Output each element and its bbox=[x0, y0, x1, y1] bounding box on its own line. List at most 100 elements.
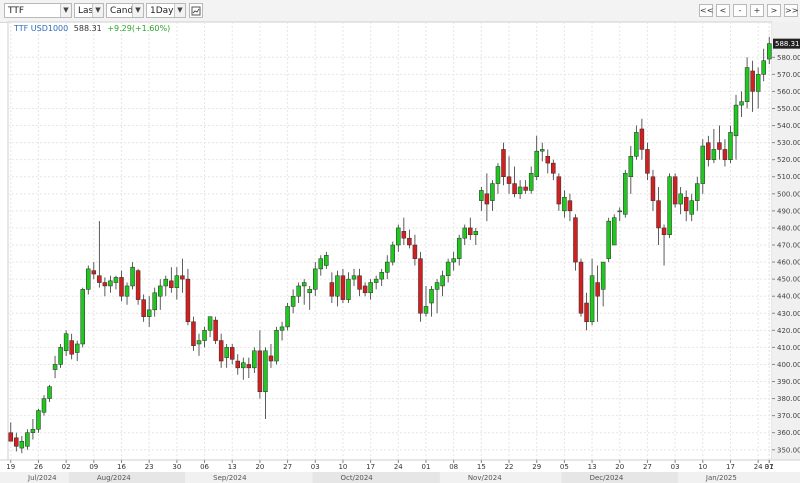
y-tick-label: 490.00 bbox=[777, 207, 800, 215]
header-symbol: TTF USD1000 bbox=[14, 24, 69, 33]
candle-up bbox=[479, 190, 484, 201]
candle-up bbox=[41, 398, 47, 413]
date-axis: 19 26 02 09 16 23 30 06 13 20 27 03 10 17 24 01 08 15 22 29… bbox=[0, 459, 800, 483]
x-tick-label: 06 bbox=[200, 463, 209, 471]
candle-down bbox=[484, 193, 490, 205]
y-tick-label: 370.00 bbox=[777, 412, 800, 420]
y-tick-label: 560.00 bbox=[777, 88, 800, 96]
candle-up bbox=[130, 266, 135, 287]
candle-up bbox=[351, 275, 357, 280]
x-tick-label: 07 bbox=[765, 463, 774, 471]
x-tick-label: 20 bbox=[615, 463, 624, 471]
candle-down bbox=[645, 149, 650, 174]
candle-up bbox=[36, 410, 41, 430]
candle-down bbox=[246, 364, 252, 369]
candle-down bbox=[191, 321, 196, 346]
y-tick-label: 470.00 bbox=[777, 242, 800, 250]
x-tick-label: 08 bbox=[449, 463, 458, 471]
x-tick-label: 10 bbox=[338, 463, 347, 471]
month-label: Jan/2025 bbox=[705, 474, 737, 482]
x-tick-label: 27 bbox=[643, 463, 652, 471]
candle-down bbox=[69, 340, 74, 355]
candle-up bbox=[19, 440, 25, 449]
x-tick-label: 10 bbox=[698, 463, 707, 471]
candle-down bbox=[135, 270, 141, 300]
candle-up bbox=[617, 210, 622, 213]
candle-up bbox=[373, 278, 379, 283]
candle-down bbox=[468, 227, 473, 236]
x-tick-label: 26 bbox=[34, 463, 43, 471]
candle-up bbox=[274, 330, 279, 362]
candle-up bbox=[196, 340, 202, 345]
y-tick-label: 360.00 bbox=[777, 429, 800, 437]
x-tick-label: 27 bbox=[283, 463, 292, 471]
candle-down bbox=[650, 176, 656, 201]
candle-down bbox=[362, 285, 368, 294]
candlestick-chart[interactable]: 350.00 360.00 370.00 380.00 390.00 400.00 410.… bbox=[0, 0, 800, 483]
y-tick-label: 570.00 bbox=[777, 71, 800, 79]
candle-down bbox=[656, 200, 661, 229]
candle-up bbox=[628, 156, 634, 177]
candle-up bbox=[384, 261, 390, 273]
y-tick-label: 550.00 bbox=[777, 105, 800, 113]
y-tick-label: 400.00 bbox=[777, 361, 800, 369]
candle-up bbox=[667, 176, 672, 236]
candle-down bbox=[722, 149, 728, 160]
y-tick-label: 580.00 bbox=[777, 54, 800, 62]
header-last-price: 588.31 bbox=[73, 24, 102, 33]
month-cell bbox=[312, 472, 440, 483]
candle-up bbox=[379, 272, 384, 280]
candle-up bbox=[711, 149, 717, 160]
chart-grid bbox=[7, 21, 773, 461]
candle-up bbox=[30, 429, 36, 433]
candle-down bbox=[672, 176, 678, 205]
candle-up bbox=[252, 350, 257, 369]
candle-up bbox=[307, 289, 312, 294]
candle-down bbox=[706, 142, 711, 160]
x-tick-label: 09 bbox=[89, 463, 98, 471]
candle-up bbox=[290, 295, 296, 307]
x-tick-label: 03 bbox=[671, 463, 680, 471]
candle-up bbox=[152, 292, 157, 311]
candle-up bbox=[423, 306, 429, 314]
candle-up bbox=[25, 432, 30, 447]
x-tick-label: 13 bbox=[588, 463, 597, 471]
candle-down bbox=[14, 437, 19, 447]
header-change: +9.29(+1.60%) bbox=[107, 24, 171, 33]
price-header: TTF USD1000 588.31 +9.29(+1.60%) bbox=[14, 24, 170, 33]
candle-down bbox=[229, 347, 235, 360]
candle-up bbox=[589, 275, 595, 323]
candle-up bbox=[473, 231, 479, 236]
month-label: Oct/2024 bbox=[340, 474, 373, 482]
x-tick-label: 30 bbox=[172, 463, 181, 471]
candle-down bbox=[412, 244, 418, 259]
candle-up bbox=[528, 173, 534, 191]
candle-up bbox=[490, 183, 495, 201]
candle-up bbox=[562, 196, 567, 212]
candle-up bbox=[324, 254, 329, 266]
y-tick-label: 450.00 bbox=[777, 276, 800, 284]
x-tick-label: 16 bbox=[117, 463, 126, 471]
y-tick-label: 520.00 bbox=[777, 156, 800, 164]
candle-up bbox=[517, 186, 523, 195]
candle-up bbox=[163, 278, 169, 287]
candle-down bbox=[418, 258, 423, 314]
candle-up bbox=[634, 132, 639, 157]
y-tick-label: 500.00 bbox=[777, 190, 800, 198]
x-tick-label: 03 bbox=[311, 463, 320, 471]
candle-up bbox=[440, 275, 445, 287]
candle-up bbox=[434, 282, 440, 290]
candle-up bbox=[146, 309, 152, 317]
y-tick-label: 480.00 bbox=[777, 224, 800, 232]
candle-up bbox=[279, 326, 285, 331]
candle-down bbox=[545, 156, 551, 164]
candle-down bbox=[523, 186, 528, 191]
candle-down bbox=[169, 280, 174, 288]
month-label: Jul/2024 bbox=[27, 474, 57, 482]
month-label: Aug/2024 bbox=[97, 474, 131, 482]
candle-up bbox=[346, 278, 351, 300]
last-price-label: 588.31 bbox=[775, 40, 800, 48]
candle-down bbox=[119, 277, 124, 297]
candle-down bbox=[556, 176, 562, 205]
candle-up bbox=[600, 261, 606, 290]
